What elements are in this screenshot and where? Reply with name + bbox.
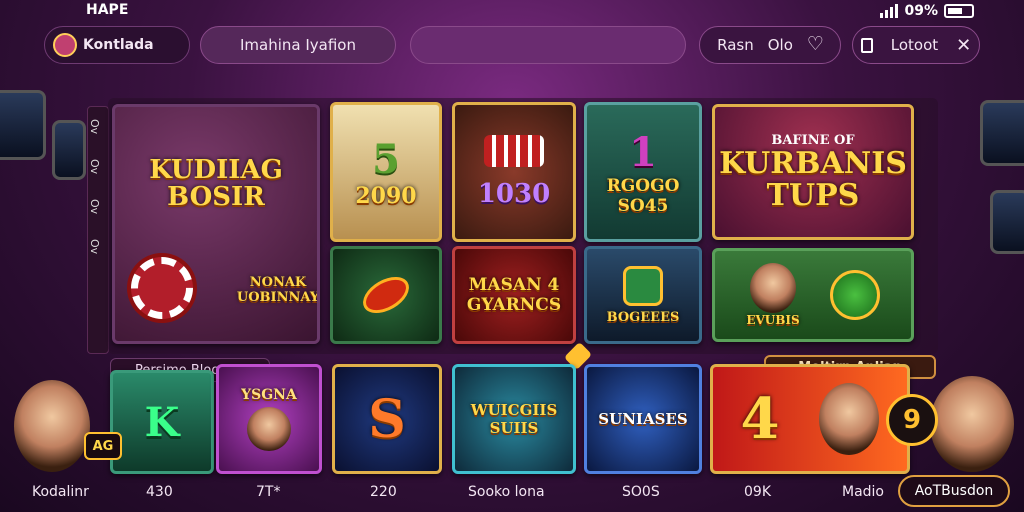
lotto-button[interactable]: Lotoot ✕: [852, 26, 980, 64]
tile-art: S: [368, 388, 406, 450]
fruit-icon: [356, 269, 416, 321]
bottom-label: 09K: [744, 484, 771, 500]
favorites-button[interactable]: Rasn Olo: [699, 26, 841, 64]
category-bar[interactable]: [410, 26, 686, 64]
signal-icon: [880, 4, 899, 18]
bottom-label: 7T*: [256, 484, 281, 500]
clover-icon: [829, 270, 880, 320]
side-tab[interactable]: Ov: [88, 227, 101, 267]
favorites-sub: Olo: [767, 36, 793, 54]
logo-icon: [53, 33, 77, 57]
slot-machine-left: [0, 90, 46, 160]
tile-label: RGOGO SO45: [606, 175, 680, 216]
character-avatar: [819, 383, 880, 455]
game-tile-9[interactable]: EVUBIS: [712, 248, 914, 342]
bottom-label: Kodalinr: [32, 484, 89, 500]
tile-title: KURBANIS TUPS: [719, 146, 907, 213]
document-icon: [860, 37, 873, 53]
search-input[interactable]: Imahina Iyafion: [200, 26, 396, 64]
ticket-icon: [484, 135, 544, 168]
tile-art: K: [144, 398, 180, 446]
gem-icon: [623, 265, 663, 306]
bottom-tile[interactable]: K: [110, 370, 214, 474]
bottom-tile[interactable]: WUICGIIS SUIIS: [452, 364, 576, 474]
bottom-label: 220: [370, 484, 397, 500]
slot-machine-left-2: [52, 120, 86, 180]
game-tile-8[interactable]: BOGEEES: [584, 246, 702, 344]
bottom-tile[interactable]: YSGNA: [216, 364, 322, 474]
status-time: HAPE: [86, 2, 129, 18]
tile-art: WUICGIIS SUIIS: [470, 401, 558, 437]
side-badge: AG: [84, 432, 122, 460]
side-tabs: Ov Ov Ov Ov: [87, 106, 109, 354]
side-tab[interactable]: Ov: [88, 187, 101, 227]
tile-label: MASAN 4 GYARNCS: [466, 275, 562, 315]
coin-icon: 9: [886, 394, 938, 446]
tile-number: 5: [372, 135, 400, 183]
character-avatar: [247, 407, 291, 451]
bottom-tile[interactable]: S: [332, 364, 442, 474]
tile-label: EVUBIS: [746, 313, 800, 327]
logo-text: Kontlada: [83, 37, 154, 53]
tile-subtitle: NONAK UOBINNAY: [236, 275, 320, 305]
character-avatar-left: [14, 380, 90, 472]
status-bar: HAPE 09%: [0, 0, 1024, 24]
bottom-tile[interactable]: 4: [710, 364, 910, 474]
game-tile-4[interactable]: 1 RGOGO SO45: [584, 102, 702, 242]
close-icon[interactable]: ✕: [956, 35, 971, 56]
top-bar: Kontlada Imahina Iyafion Rasn Olo Lotoot…: [0, 26, 1024, 68]
bottom-label: SO0S: [622, 484, 660, 500]
game-tile-2[interactable]: 5 2090: [330, 102, 442, 242]
tile-label: BOGEEES: [606, 309, 680, 325]
search-placeholder: Imahina Iyafion: [240, 36, 356, 54]
tile-label: 1030: [477, 179, 551, 210]
side-tab[interactable]: Ov: [88, 147, 101, 187]
bottom-tile[interactable]: SUNIASES: [584, 364, 702, 474]
game-tile-5[interactable]: BAFINE OF KURBANIS TUPS: [712, 104, 914, 240]
game-tile-featured[interactable]: KUDIIAG BOSIR NONAK UOBINNAY: [112, 104, 320, 344]
game-tile-6[interactable]: [330, 246, 442, 344]
character-avatar: [750, 263, 796, 313]
bottom-label: 430: [146, 484, 173, 500]
tile-number: 1: [629, 128, 657, 176]
app-logo[interactable]: Kontlada: [44, 26, 190, 64]
character-avatar-right: [930, 376, 1014, 472]
roulette-chip-icon: [131, 257, 193, 319]
battery-icon: [944, 4, 974, 18]
heart-icon: [807, 33, 824, 55]
tile-art: 4: [740, 386, 780, 452]
slot-machine-right: [980, 100, 1024, 166]
tile-title: KUDIIAG BOSIR: [149, 154, 283, 212]
tile-art: SUNIASES: [598, 410, 688, 428]
bottom-label: Madio: [842, 484, 884, 500]
battery-percent: 09%: [904, 3, 938, 19]
lotto-label: Lotoot: [890, 36, 939, 54]
favorites-label: Rasn: [717, 36, 754, 54]
tile-label: 2090: [355, 182, 417, 209]
tile-art: YSGNA: [241, 387, 297, 403]
side-tab[interactable]: Ov: [88, 107, 101, 147]
action-button[interactable]: AoTBusdon: [898, 475, 1010, 507]
bottom-label: Sooko lona: [468, 484, 545, 500]
game-tile-3[interactable]: 1030: [452, 102, 576, 242]
slot-machine-right-2: [990, 190, 1024, 254]
game-tile-7[interactable]: MASAN 4 GYARNCS: [452, 246, 576, 344]
